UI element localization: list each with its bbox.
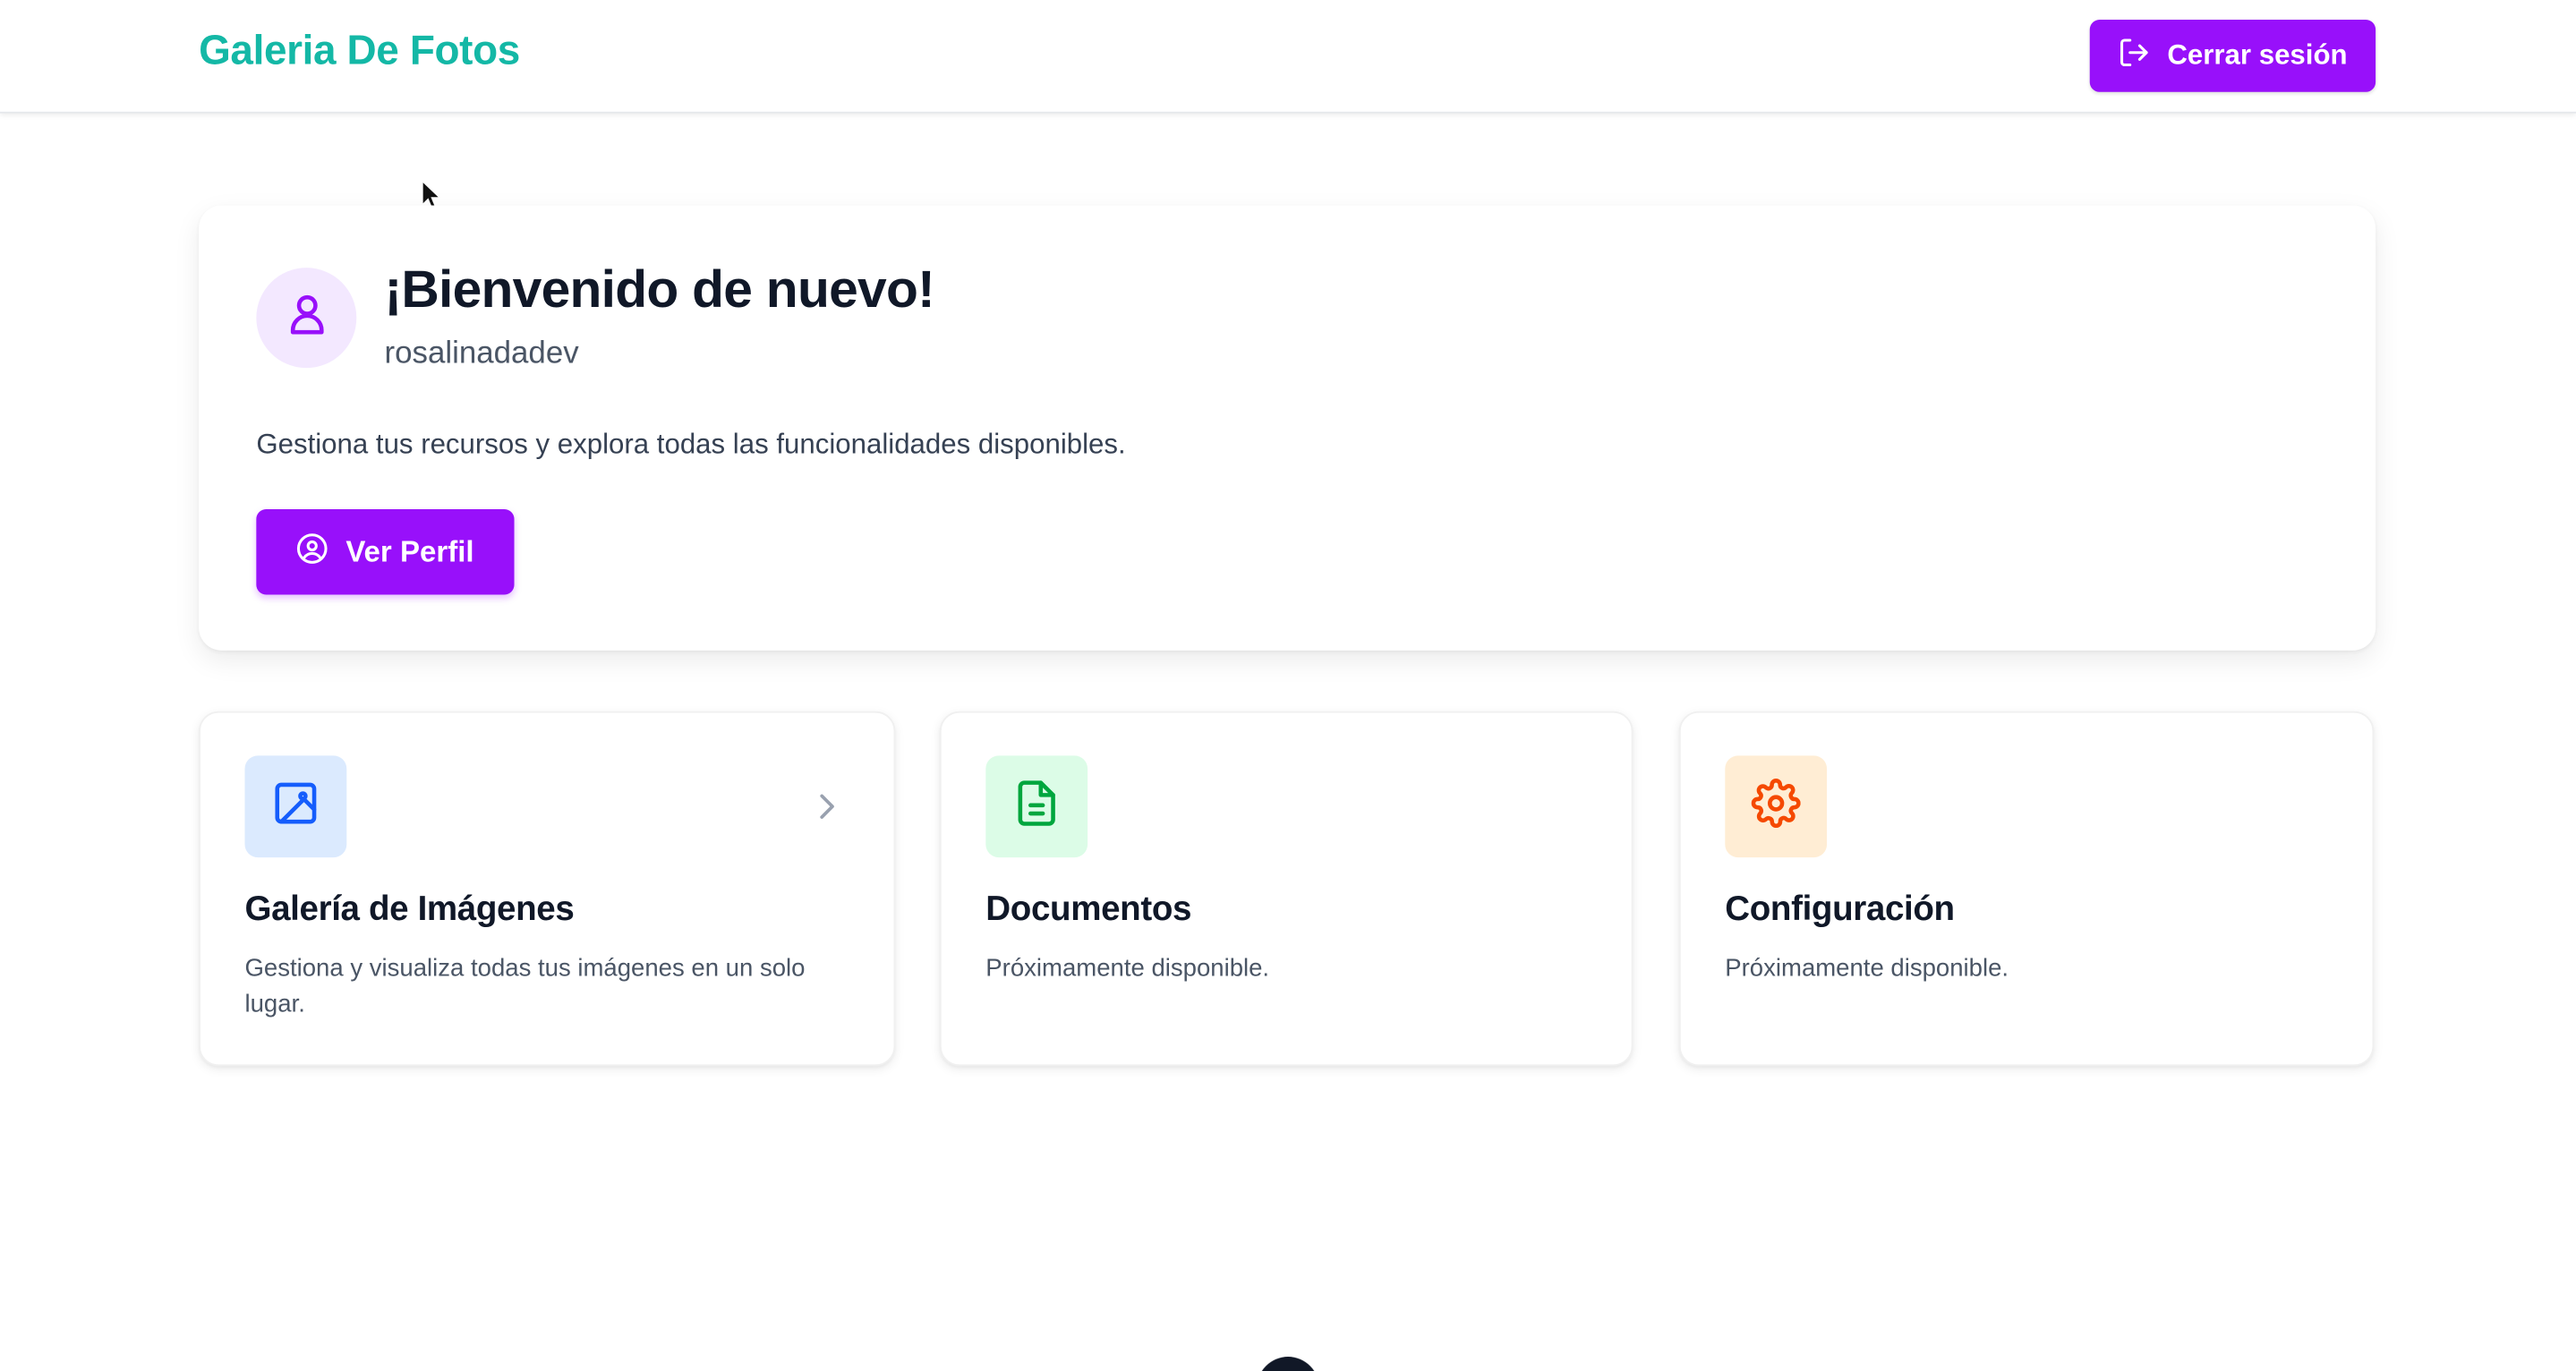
card-description: Próximamente disponible. (1725, 954, 2009, 983)
welcome-description: Gestiona tus recursos y explora todas la… (256, 429, 1126, 460)
card-description: Gestiona y visualiza todas tus imágenes … (244, 954, 806, 1019)
user-circle-icon (296, 532, 329, 573)
logout-label: Cerrar sesión (2167, 39, 2348, 71)
username: rosalinadadev (384, 336, 579, 371)
view-profile-button[interactable]: Ver Perfil (256, 509, 515, 595)
logout-icon (2118, 35, 2151, 76)
user-icon (282, 289, 331, 346)
welcome-title: ¡Bienvenido de nuevo! (384, 260, 935, 319)
card-title: Galería de Imágenes (244, 890, 575, 929)
file-text-icon (1012, 778, 1062, 835)
card-settings: Configuración Próximamente disponible. (1678, 711, 2375, 1067)
card-icon-box (985, 755, 1088, 858)
top-navbar: Galeria De Fotos Cerrar sesión (0, 0, 2576, 114)
floating-action-button[interactable] (1257, 1357, 1319, 1371)
card-documents: Documentos Próximamente disponible. (939, 711, 1633, 1067)
card-icon-box (244, 755, 347, 858)
settings-icon (1751, 778, 1801, 835)
card-title: Configuración (1725, 890, 1955, 929)
logout-button[interactable]: Cerrar sesión (2089, 20, 2376, 92)
view-profile-label: Ver Perfil (345, 534, 474, 568)
avatar (256, 268, 357, 369)
chevron-right-icon (808, 788, 844, 833)
welcome-card: ¡Bienvenido de nuevo! rosalinadadev Gest… (199, 205, 2376, 651)
image-icon (271, 778, 320, 835)
page: Galeria De Fotos Cerrar sesión ¡Bienveni… (0, 0, 2576, 1371)
card-title: Documentos (985, 890, 1192, 929)
brand-title[interactable]: Galeria De Fotos (199, 28, 520, 75)
card-description: Próximamente disponible. (985, 954, 1270, 983)
card-image-gallery[interactable]: Galería de Imágenes Gestiona y visualiza… (199, 711, 896, 1067)
card-icon-box (1725, 755, 1828, 858)
